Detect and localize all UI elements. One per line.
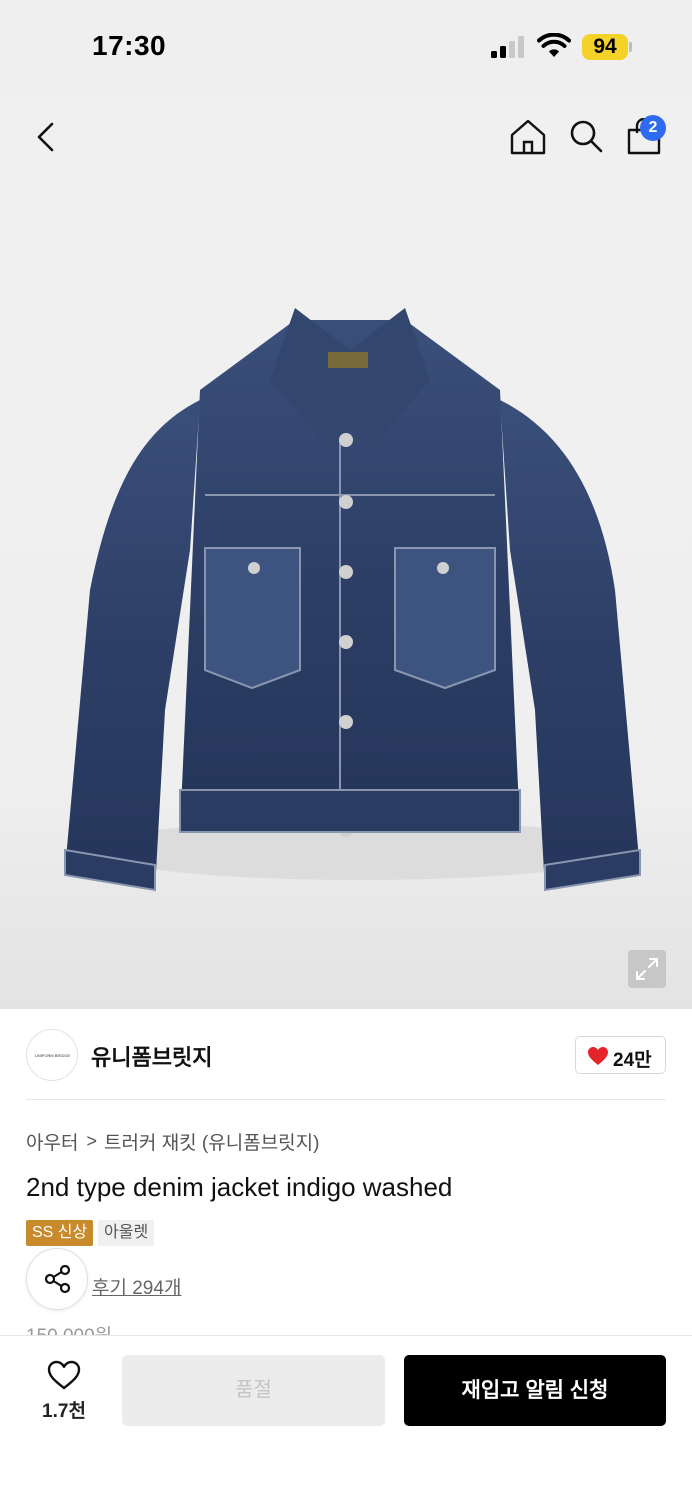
status-time: 17:30 xyxy=(92,30,167,61)
share-button[interactable] xyxy=(26,1248,88,1310)
wishlist-button[interactable]: 1.7천 xyxy=(30,1358,98,1422)
brand-name[interactable]: 유니폼브릿지 xyxy=(91,1040,212,1072)
breadcrumb-subcategory[interactable]: 트러커 재킷 (유니폼브릿지) xyxy=(104,1128,320,1155)
tag-outlet: 아울렛 xyxy=(98,1220,155,1246)
signal-icon xyxy=(491,36,524,58)
tag-new-season: SS 신상 xyxy=(26,1220,94,1246)
breadcrumb-category[interactable]: 아우터 xyxy=(26,1128,78,1155)
heart-filled-icon xyxy=(588,1047,608,1065)
status-bar: 17:30 94 xyxy=(0,0,692,95)
soldout-button: 품절 xyxy=(122,1355,385,1426)
brand-logo-text: UNIFORM BRIDGE xyxy=(35,1053,71,1057)
product-photo xyxy=(64,308,641,892)
restock-alert-button[interactable]: 재입고 알림 신청 xyxy=(404,1355,666,1426)
home-icon[interactable] xyxy=(509,118,547,156)
brand-like-count: 24만 xyxy=(613,1050,652,1071)
divider xyxy=(26,1099,666,1100)
expand-icon xyxy=(636,958,658,980)
breadcrumb: 아우터 > 트러커 재킷 (유니폼브릿지) xyxy=(26,1128,319,1155)
share-icon xyxy=(44,1264,71,1294)
brand-logo[interactable]: UNIFORM BRIDGE xyxy=(26,1029,78,1081)
battery-cap xyxy=(629,42,632,52)
cart-count-badge: 2 xyxy=(640,115,666,141)
expand-image-button[interactable] xyxy=(628,950,666,988)
wishlist-count: 1.7천 xyxy=(42,1401,86,1422)
reviews-link[interactable]: 후기 294개 xyxy=(92,1273,181,1300)
wifi-icon xyxy=(537,33,571,57)
heart-outline-icon xyxy=(47,1360,81,1390)
chevron-right-icon: > xyxy=(86,1131,97,1151)
search-icon[interactable] xyxy=(568,118,604,154)
battery-indicator: 94 xyxy=(582,34,628,60)
back-icon[interactable] xyxy=(30,120,64,154)
brand-like-button[interactable]: 24만 xyxy=(575,1036,666,1074)
product-title: 2nd type denim jacket indigo washed xyxy=(26,1172,453,1202)
